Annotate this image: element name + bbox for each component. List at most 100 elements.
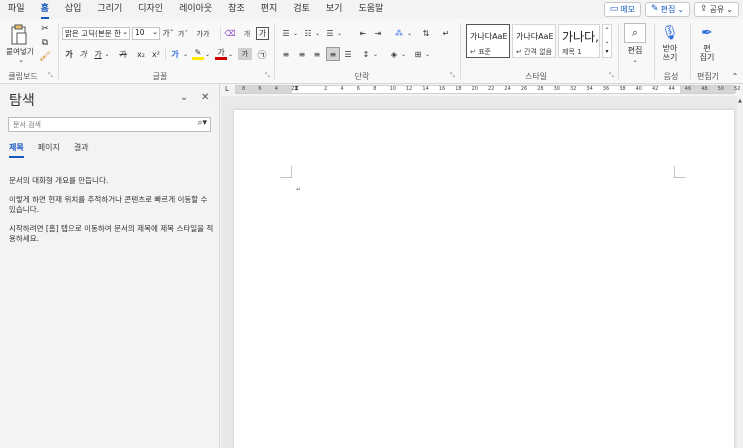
- menu-tab-3[interactable]: 그리기: [89, 0, 130, 19]
- nav-tab-2[interactable]: 결과: [74, 142, 89, 158]
- borders-icon[interactable]: ⊞: [412, 48, 424, 60]
- bullets-icon[interactable]: ☰: [280, 27, 292, 40]
- vertical-scrollbar[interactable]: ▲: [737, 96, 743, 448]
- superscript-button[interactable]: x²: [151, 48, 161, 60]
- menu-tab-0[interactable]: 파일: [0, 0, 33, 19]
- edit-mode-button[interactable]: ✎ 편집 ⌄: [645, 2, 691, 17]
- text-effects-icon[interactable]: 가: [168, 48, 182, 60]
- divider: [460, 23, 461, 79]
- subscript-button[interactable]: x₂: [136, 48, 146, 60]
- asian-layout-icon[interactable]: ⁂: [392, 27, 406, 40]
- chevron-down-icon[interactable]: ⌄: [180, 92, 188, 103]
- multilevel-list-icon[interactable]: ☰: [324, 27, 336, 40]
- ruler-tick: 8: [373, 86, 377, 92]
- menu-tab-5[interactable]: 레이아웃: [171, 0, 220, 19]
- chevron-down-icon[interactable]: ⌄: [372, 48, 379, 60]
- chevron-down-icon[interactable]: ⌄: [406, 27, 413, 40]
- style-card-1[interactable]: 가나다AaE ↵ 간격 없음: [512, 24, 556, 58]
- cut-icon[interactable]: ✂: [40, 24, 50, 34]
- align-center-icon[interactable]: ≡: [296, 48, 308, 60]
- font-name-select[interactable]: 맑은 고딕(본문 한 ⌄: [62, 27, 130, 40]
- enclose-char-icon[interactable]: ㉠: [256, 48, 268, 61]
- grow-font-button[interactable]: 가ˆ: [162, 27, 174, 40]
- pilcrow-icon[interactable]: ↵: [440, 27, 452, 40]
- ruler-tick: 12: [406, 86, 413, 92]
- find-icon[interactable]: ⌕: [624, 23, 646, 43]
- paste-button[interactable]: [6, 24, 32, 46]
- nav-help-1: 문서의 대화형 개요를 만듭니다.: [9, 176, 109, 185]
- chevron-down-icon[interactable]: ⌄: [336, 27, 343, 40]
- chevron-down-icon[interactable]: ⌄: [292, 27, 299, 40]
- chevron-down-icon[interactable]: ⌄: [204, 48, 211, 60]
- chevron-down-icon[interactable]: ⌄: [630, 56, 640, 64]
- justify-icon[interactable]: ≡: [326, 47, 340, 61]
- font-color-icon[interactable]: 가: [215, 48, 227, 60]
- document-page[interactable]: ↵: [234, 110, 734, 448]
- chevron-down-icon[interactable]: ⌄: [16, 56, 26, 64]
- chevron-down-icon[interactable]: ⌄: [227, 48, 234, 60]
- chevron-down-icon[interactable]: ⌄: [424, 48, 431, 60]
- memo-button[interactable]: ▭ 메모: [603, 2, 642, 17]
- editor-button[interactable]: 편 집기: [694, 43, 720, 63]
- increase-indent-icon[interactable]: ⇥: [372, 27, 384, 40]
- style-name: ↵ 표준: [470, 48, 491, 56]
- nav-tab-1[interactable]: 페이지: [38, 142, 60, 158]
- format-painter-icon[interactable]: 🖌: [39, 52, 50, 62]
- chevron-down-icon[interactable]: ⌄: [103, 48, 111, 60]
- share-button[interactable]: ⇪ 공유 ⌄: [694, 2, 739, 17]
- search-input[interactable]: [9, 118, 184, 131]
- phonetic-button[interactable]: 개: [240, 27, 254, 40]
- chevron-down-icon[interactable]: ⌄: [182, 48, 189, 60]
- microphone-icon[interactable]: 🎙: [661, 23, 679, 43]
- menu-tab-9[interactable]: 보기: [318, 0, 351, 19]
- align-right-icon[interactable]: ≡: [311, 48, 323, 60]
- search-icon[interactable]: ⌕▾: [197, 118, 207, 128]
- menu-tab-7[interactable]: 편지: [253, 0, 286, 19]
- menu-tab-1[interactable]: 홈: [33, 0, 57, 19]
- italic-button[interactable]: 가: [78, 48, 88, 60]
- styles-launcher-icon[interactable]: ⤡: [609, 72, 614, 80]
- chevron-down-icon[interactable]: ⌄: [400, 48, 407, 60]
- styles-scroll[interactable]: ⌃ ⌄ ▾: [602, 24, 612, 58]
- close-icon[interactable]: ✕: [201, 92, 209, 103]
- collapse-ribbon-icon[interactable]: ⌃: [730, 71, 740, 81]
- nav-tab-0[interactable]: 제목: [9, 142, 24, 158]
- font-size-select[interactable]: 10 ⌄: [132, 27, 160, 40]
- chevron-down-icon[interactable]: ⌄: [314, 27, 321, 40]
- chevron-down-icon: ⌄: [677, 5, 685, 14]
- decrease-indent-icon[interactable]: ⇤: [357, 27, 369, 40]
- shrink-font-button[interactable]: 가ˇ: [177, 27, 189, 40]
- tab-selector-icon[interactable]: L: [225, 85, 229, 93]
- sort-icon[interactable]: ⇅: [420, 27, 432, 40]
- style-card-0[interactable]: 가나다AaE ↵ 표준: [466, 24, 510, 58]
- distribute-icon[interactable]: ☰: [342, 48, 354, 60]
- editing-label[interactable]: 편집: [620, 45, 650, 55]
- indent-marker-icon[interactable]: ⧗: [294, 84, 299, 93]
- style-card-2[interactable]: 가나다, 제목 1: [558, 24, 600, 58]
- paragraph-launcher-icon[interactable]: ⤡: [450, 72, 455, 80]
- clear-format-icon[interactable]: ⌫: [224, 27, 236, 40]
- align-left-icon[interactable]: ≡: [280, 48, 292, 60]
- menu-tab-6[interactable]: 참조: [220, 0, 253, 19]
- strikethrough-button[interactable]: 가: [116, 48, 130, 60]
- change-case-button[interactable]: 가가: [194, 27, 212, 40]
- char-shading-icon[interactable]: 가: [238, 48, 252, 60]
- menu-tab-8[interactable]: 검토: [285, 0, 318, 19]
- menu-tab-4[interactable]: 디자인: [130, 0, 171, 19]
- line-spacing-icon[interactable]: ↕: [360, 48, 372, 60]
- underline-button[interactable]: 가: [93, 48, 103, 60]
- copy-icon[interactable]: ⧉: [40, 38, 50, 48]
- highlight-icon[interactable]: ✎: [192, 48, 204, 60]
- editor-icon[interactable]: ✒: [698, 23, 716, 43]
- bold-button[interactable]: 가: [64, 48, 74, 60]
- font-launcher-icon[interactable]: ⤡: [265, 72, 270, 80]
- numbering-icon[interactable]: ☷: [302, 27, 314, 40]
- horizontal-ruler[interactable]: 8 6 4 2 2 4 6 8 10 12 14 16 18 20 22 24 26 28 30 32 34 36 38 40…: [235, 84, 740, 94]
- char-border-button[interactable]: 가: [256, 27, 269, 40]
- dictate-button[interactable]: 받아 쓰기: [656, 43, 684, 63]
- menu-tab-2[interactable]: 삽입: [57, 0, 90, 19]
- scroll-up-icon[interactable]: ▲: [738, 98, 742, 104]
- clipboard-launcher-icon[interactable]: ⤡: [48, 72, 53, 80]
- menu-tab-10[interactable]: 도움말: [350, 0, 391, 19]
- shading-icon[interactable]: ◈: [388, 48, 400, 60]
